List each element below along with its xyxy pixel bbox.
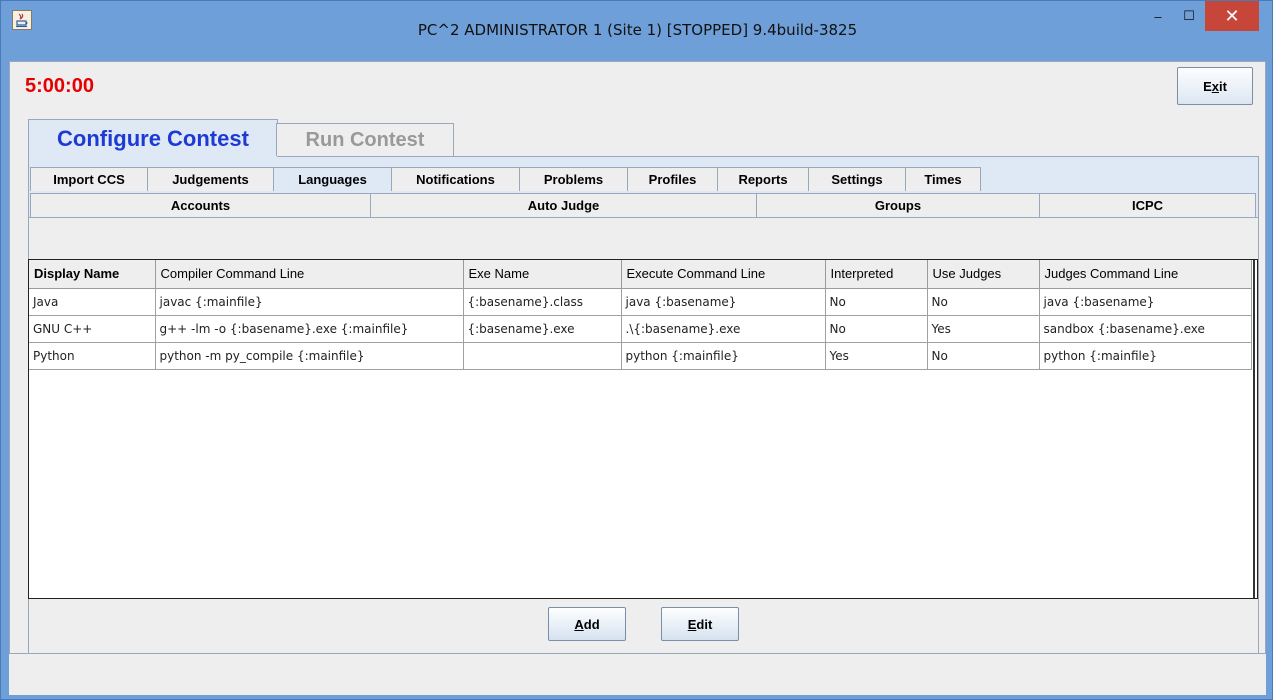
edit-label: Edit	[687, 616, 713, 632]
table-cell: python -m py_compile {:mainfile}	[155, 342, 464, 370]
tab-reports[interactable]: Reports	[717, 167, 809, 191]
table-cell: javac {:mainfile}	[155, 288, 464, 316]
column-header[interactable]: Exe Name	[463, 260, 622, 289]
column-header[interactable]: Execute Command Line	[621, 260, 826, 289]
table-cell: GNU C++	[29, 315, 156, 343]
column-header[interactable]: Use Judges	[927, 260, 1040, 289]
table-cell: No	[927, 342, 1040, 370]
exit-label: Exit	[1203, 78, 1227, 94]
tab-groups[interactable]: Groups	[756, 193, 1040, 217]
tab-auto-judge[interactable]: Auto Judge	[370, 193, 757, 217]
column-header[interactable]: Judges Command Line	[1039, 260, 1252, 289]
window-title: PC^2 ADMINISTRATOR 1 (Site 1) [STOPPED] …	[417, 21, 858, 39]
tab-import-ccs[interactable]: Import CCS	[30, 167, 148, 191]
minimize-icon: –	[1154, 8, 1162, 24]
table-cell: java {:basename}	[1039, 288, 1252, 316]
add-button[interactable]: Add	[548, 607, 626, 641]
tab-accounts[interactable]: Accounts	[30, 193, 371, 217]
languages-table[interactable]: Display Name Compiler Command Line Exe N…	[28, 259, 1258, 599]
add-label: Add	[574, 616, 600, 632]
table-cell: No	[825, 288, 928, 316]
tab-languages[interactable]: Languages	[273, 167, 392, 191]
minimize-button[interactable]: –	[1143, 1, 1173, 31]
table-cell: python {:mainfile}	[1039, 342, 1252, 370]
tab-run-contest[interactable]: Run Contest	[276, 123, 454, 156]
close-icon: ✕	[1224, 5, 1240, 26]
tab-problems[interactable]: Problems	[519, 167, 628, 191]
edit-button[interactable]: Edit	[661, 607, 739, 641]
table-cell: Yes	[825, 342, 928, 370]
exit-button[interactable]: Exit	[1177, 67, 1253, 105]
tab-judgements[interactable]: Judgements	[147, 167, 274, 191]
maximize-icon: ☐	[1183, 8, 1195, 23]
table-cell: {:basename}.exe	[463, 315, 622, 343]
table-row[interactable]: Python python -m py_compile {:mainfile} …	[29, 342, 1252, 370]
tab-times[interactable]: Times	[905, 167, 981, 191]
table-cell: sandbox {:basename}.exe	[1039, 315, 1252, 343]
table-cell	[463, 342, 622, 370]
column-header[interactable]: Compiler Command Line	[155, 260, 464, 289]
status-bar	[9, 653, 1266, 695]
table-row[interactable]: Java javac {:mainfile} {:basename}.class…	[29, 288, 1252, 316]
table-cell: .\{:basename}.exe	[621, 315, 826, 343]
table-cell: Yes	[927, 315, 1040, 343]
table-cell: java {:basename}	[621, 288, 826, 316]
table-cell: Python	[29, 342, 156, 370]
table-row[interactable]: GNU C++ g++ -lm -o {:basename}.exe {:mai…	[29, 315, 1252, 343]
column-header[interactable]: Interpreted	[825, 260, 928, 289]
column-header[interactable]: Display Name	[29, 260, 156, 289]
table-cell: python {:mainfile}	[621, 342, 826, 370]
table-cell: No	[927, 288, 1040, 316]
tab-icpc[interactable]: ICPC	[1039, 193, 1256, 217]
table-cell: g++ -lm -o {:basename}.exe {:mainfile}	[155, 315, 464, 343]
close-button[interactable]: ✕	[1205, 1, 1259, 31]
languages-grid: Display Name Compiler Command Line Exe N…	[29, 260, 1252, 370]
table-right-edge	[1253, 260, 1255, 598]
table-cell: Java	[29, 288, 156, 316]
application-window: PC^2 ADMINISTRATOR 1 (Site 1) [STOPPED] …	[0, 0, 1273, 700]
table-cell: No	[825, 315, 928, 343]
title-bar[interactable]: PC^2 ADMINISTRATOR 1 (Site 1) [STOPPED] …	[1, 1, 1272, 53]
contest-clock: 5:00:00	[25, 75, 94, 97]
tab-configure-contest[interactable]: Configure Contest	[28, 119, 278, 157]
tab-profiles[interactable]: Profiles	[627, 167, 718, 191]
tab-settings[interactable]: Settings	[808, 167, 906, 191]
tab-notifications[interactable]: Notifications	[391, 167, 520, 191]
table-header-row: Display Name Compiler Command Line Exe N…	[29, 260, 1252, 289]
maximize-button[interactable]: ☐	[1174, 1, 1204, 31]
table-cell: {:basename}.class	[463, 288, 622, 316]
